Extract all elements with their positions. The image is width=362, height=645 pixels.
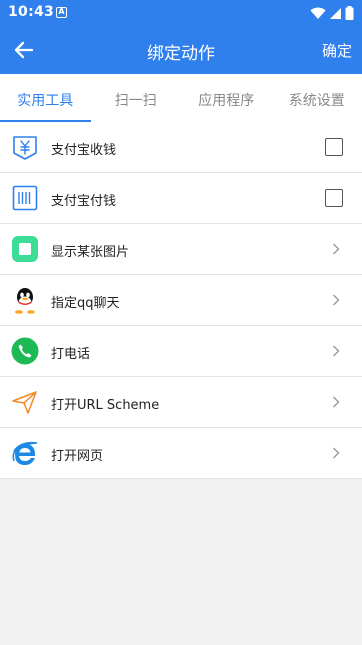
status-indicators [310, 6, 354, 20]
list-item-label: 显示某张图片 [51, 245, 130, 260]
list-item-label: 指定qq聊天 [51, 296, 120, 311]
chevron-right-icon [333, 345, 340, 357]
qq-icon [11, 286, 39, 314]
tab-utility-tools[interactable]: 实用工具 [0, 74, 91, 122]
alipay-pay-icon [11, 184, 39, 212]
list-item-label: 打电话 [51, 347, 91, 362]
paper-plane-icon [11, 388, 39, 416]
action-list: 支付宝收钱 支付宝付钱 显示某张图片 指定qq聊天 打电话 打开URL Sche… [0, 122, 362, 479]
phone-icon [11, 337, 39, 365]
list-item-alipay-pay[interactable]: 支付宝付钱 [0, 173, 362, 224]
alipay-receive-checkbox[interactable] [325, 138, 343, 156]
list-item-label: 支付宝收钱 [51, 143, 117, 158]
list-item-label: 支付宝付钱 [51, 194, 117, 209]
notification-app-icon: A [56, 7, 67, 18]
list-item-open-url-scheme[interactable]: 打开URL Scheme [0, 377, 362, 428]
list-item-label: 打开网页 [51, 449, 104, 464]
list-item-phone-call[interactable]: 打电话 [0, 326, 362, 377]
chevron-right-icon [333, 243, 340, 255]
alipay-receive-icon [11, 133, 39, 161]
wifi-icon [310, 7, 326, 19]
list-item-label: 打开URL Scheme [51, 398, 160, 413]
alipay-pay-checkbox[interactable] [325, 189, 343, 207]
image-icon [11, 235, 39, 263]
battery-icon [345, 6, 354, 20]
status-bar: 10:43 A [0, 0, 362, 26]
list-item-open-webpage[interactable]: 打开网页 [0, 428, 362, 479]
chevron-right-icon [333, 447, 340, 459]
tab-bar: 实用工具 扫一扫 应用程序 系统设置 [0, 74, 362, 122]
tab-scan[interactable]: 扫一扫 [91, 74, 182, 122]
list-item-show-image[interactable]: 显示某张图片 [0, 224, 362, 275]
list-item-alipay-receive[interactable]: 支付宝收钱 [0, 122, 362, 173]
chevron-right-icon [333, 396, 340, 408]
list-item-qq-chat[interactable]: 指定qq聊天 [0, 275, 362, 326]
tab-applications[interactable]: 应用程序 [181, 74, 272, 122]
status-time: 10:43 [8, 4, 55, 20]
chevron-right-icon [333, 294, 340, 306]
tab-system-settings[interactable]: 系统设置 [272, 74, 362, 122]
browser-icon [11, 439, 39, 467]
page-title: 绑定动作 [147, 44, 215, 64]
confirm-button[interactable]: 确定 [322, 40, 352, 61]
app-bar: 绑定动作 确定 [0, 26, 362, 74]
signal-icon [330, 7, 341, 19]
